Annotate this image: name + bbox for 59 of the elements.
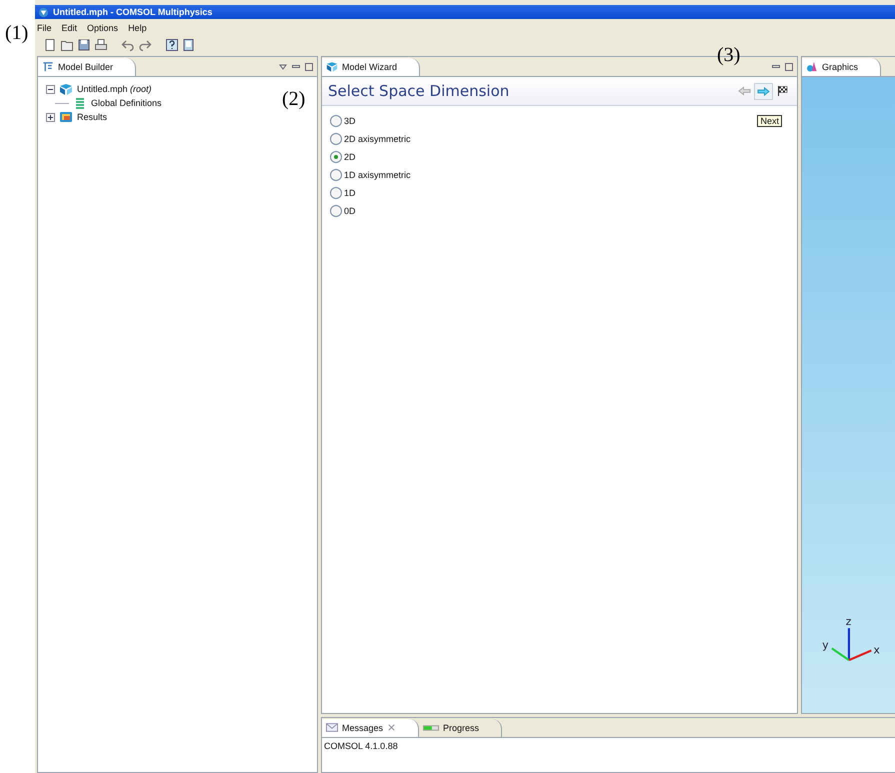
list-icon <box>73 97 87 109</box>
message-text: COMSOL 4.1.0.88 <box>324 741 398 751</box>
menu-item[interactable]: Options <box>87 23 118 33</box>
radio-option[interactable]: 0D <box>330 202 356 220</box>
radio-option[interactable]: 1D <box>330 184 356 202</box>
right-arrow-icon <box>757 86 770 96</box>
radio-button[interactable] <box>330 133 342 145</box>
envelope-icon <box>326 722 338 733</box>
model-builder-tab[interactable]: Model Builder <box>38 58 136 76</box>
menu-item[interactable]: Help <box>128 23 147 33</box>
menu-item[interactable]: File <box>37 23 52 33</box>
folder-icon[interactable] <box>60 38 74 52</box>
radio-option[interactable]: 1D axisymmetric <box>330 166 411 184</box>
view-menu-icon[interactable] <box>278 62 288 72</box>
tree-item[interactable]: Global Definitions <box>46 96 162 110</box>
maximize-icon[interactable] <box>784 62 794 72</box>
annotation-label: (2) <box>282 89 306 109</box>
expand-icon[interactable] <box>46 112 55 122</box>
checkered-flag-icon[interactable] <box>776 85 789 97</box>
radio-button[interactable] <box>330 169 342 181</box>
model-wizard-tab[interactable]: Model Wizard <box>322 58 420 76</box>
radio-button[interactable] <box>330 187 342 199</box>
radio-button[interactable] <box>330 205 342 217</box>
redo-icon[interactable] <box>138 38 152 52</box>
save-icon[interactable] <box>77 38 91 52</box>
radio-option[interactable]: 3D <box>330 112 356 130</box>
radio-button[interactable] <box>330 151 342 163</box>
progress-bar-icon <box>423 724 440 730</box>
print-icon[interactable] <box>94 38 108 52</box>
annotation-label: (1) <box>5 23 28 43</box>
maximize-icon[interactable] <box>304 62 314 72</box>
window-title: Untitled.mph - COMSOL Multiphysics <box>53 7 212 17</box>
tree-icon <box>42 61 54 72</box>
axis-label: y <box>822 638 829 652</box>
annotation-label: (3) <box>717 45 740 65</box>
tree-item[interactable]: Results <box>46 110 108 124</box>
graphics-icon <box>806 61 818 72</box>
graphics-tab[interactable]: Graphics <box>802 58 882 76</box>
panel-tab[interactable]: Messages <box>322 718 420 736</box>
radio-option[interactable]: 2D <box>330 148 356 166</box>
axes-drawing <box>831 628 872 662</box>
model-icon <box>59 83 73 95</box>
chart-folder-icon <box>59 111 73 123</box>
tree-item[interactable]: Untitled.mph (root) <box>46 82 152 96</box>
undo-icon[interactable] <box>121 38 135 52</box>
close-icon[interactable] <box>387 723 396 732</box>
app-icon <box>38 6 49 18</box>
radio-option[interactable]: 2D axisymmetric <box>330 130 411 148</box>
collapse-icon[interactable] <box>46 84 55 94</box>
next-tooltip: Next <box>757 115 782 127</box>
wizard-heading: Select Space Dimension <box>328 82 510 100</box>
radio-button[interactable] <box>330 115 342 127</box>
help-icon[interactable] <box>165 38 179 52</box>
axis-label: z <box>846 615 852 628</box>
menu-item[interactable]: Edit <box>62 23 78 33</box>
axis-label: x <box>873 644 880 657</box>
model-icon <box>326 61 338 72</box>
book-icon[interactable] <box>182 38 196 52</box>
new-file-icon[interactable] <box>43 38 57 52</box>
